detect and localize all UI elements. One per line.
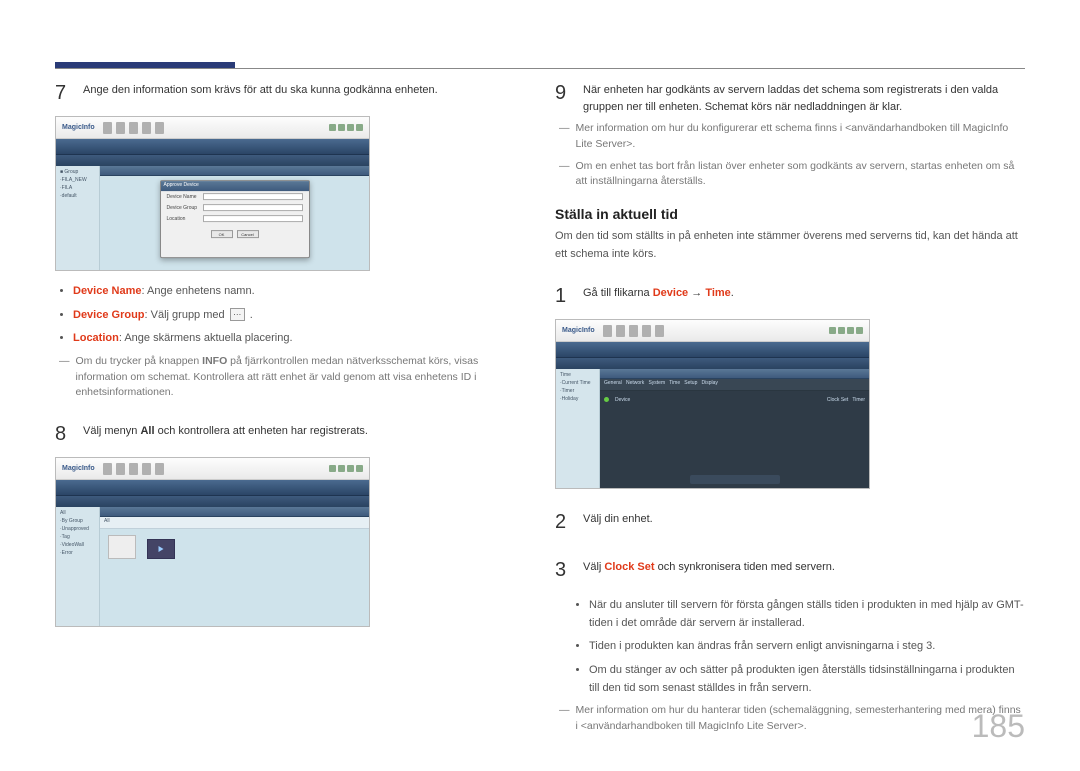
ss-toolbar2 xyxy=(556,358,869,369)
ss-tabstrip xyxy=(100,507,369,517)
note-dash: ― xyxy=(559,703,570,735)
page-content: 7 Ange den information som krävs för att… xyxy=(0,0,1080,771)
page-number: 185 xyxy=(972,708,1025,745)
left-column: 7 Ange den information som krävs för att… xyxy=(55,60,525,741)
rest: : Välj grupp med xyxy=(145,309,228,321)
note-dash: ― xyxy=(559,159,570,191)
step-1: 1 Gå till flikarna Device → Time. xyxy=(555,281,1025,311)
ss-top-icons xyxy=(603,325,664,337)
section-intro: Om den tid som ställts in på enheten int… xyxy=(555,228,1025,263)
step-number: 8 xyxy=(55,419,73,449)
note-body: Mer information om hur du hanterar tiden… xyxy=(576,703,1026,735)
screenshot-device-list: MagicInfo All·By Group·Unapproved·Tag·Vi… xyxy=(55,457,370,627)
ss-topbar: MagicInfo xyxy=(556,320,869,342)
rest: : Ange enhetens namn. xyxy=(142,285,255,297)
note-body: Om du trycker på knappen INFO på fjärrko… xyxy=(76,354,526,401)
step-text: Välj din enhet. xyxy=(583,507,1025,537)
ss-body: All·By Group·Unapproved·Tag·VideoWall·Er… xyxy=(56,507,369,626)
note-schedule-config: ― Mer information om hur du konfigurerar… xyxy=(559,121,1025,153)
right-column: 9 När enheten har godkänts av servern la… xyxy=(555,60,1025,741)
step-8: 8 Välj menyn All och kontrollera att enh… xyxy=(55,419,525,449)
ss-body: ■ Group·FILA_NEW·FILA·default Approve De… xyxy=(56,166,369,270)
ss-top-icons xyxy=(103,463,164,475)
ss-right-icons xyxy=(829,327,863,334)
grid-item xyxy=(108,535,136,559)
kw: Device Name xyxy=(73,285,142,297)
kw: Location xyxy=(73,332,119,344)
section-title: Ställa in aktuell tid xyxy=(555,206,1025,222)
step-number: 3 xyxy=(555,555,573,585)
step-2: 2 Välj din enhet. xyxy=(555,507,1025,537)
ss-subtabs: General Network System Time Setup Displa… xyxy=(600,379,869,391)
ss-sidebar: ■ Group·FILA_NEW·FILA·default xyxy=(56,166,100,270)
device-thumb xyxy=(147,539,175,559)
ss-topbar: MagicInfo xyxy=(56,458,369,480)
ss-sidebar: All·By Group·Unapproved·Tag·VideoWall·Er… xyxy=(56,507,100,626)
field-bullets: Device Name: Ange enhetens namn. Device … xyxy=(73,283,525,348)
step-9: 9 När enheten har godkänts av servern la… xyxy=(555,78,1025,115)
ss-toolbar xyxy=(56,480,369,496)
note-dash: ― xyxy=(59,354,70,401)
sub-bullet: När du ansluter till servern för första … xyxy=(589,597,1025,632)
step-text: Gå till flikarna Device → Time. xyxy=(583,281,1025,311)
ss-main: General Network System Time Setup Displa… xyxy=(600,369,869,488)
step-number: 7 xyxy=(55,78,73,108)
note-time-manage: ― Mer information om hur du hanterar tid… xyxy=(559,703,1025,735)
step-3: 3 Välj Clock Set och synkronisera tiden … xyxy=(555,555,1025,585)
screenshot-time-config: MagicInfo Time·Current Time·Timer·Holida… xyxy=(555,319,870,489)
top-rule xyxy=(55,68,1025,69)
note-dash: ― xyxy=(559,121,570,153)
ss-toolbar2 xyxy=(56,155,369,166)
ss-timeline xyxy=(690,475,780,484)
note-body: Om en enhet tas bort från listan över en… xyxy=(576,159,1026,191)
ss-main: Approve Device Device Name Device Group … xyxy=(100,166,369,270)
sub-bullet: Tiden i produkten kan ändras från server… xyxy=(589,638,1025,656)
screenshot-approve-dialog: MagicInfo ■ Group·FILA_NEW·FILA·default … xyxy=(55,116,370,271)
step-text: Välj menyn All och kontrollera att enhet… xyxy=(83,419,525,449)
ss-toolbar xyxy=(56,139,369,155)
ss-right-icons xyxy=(329,465,363,472)
note-body: Mer information om hur du konfigurerar e… xyxy=(576,121,1026,153)
step-text: När enheten har godkänts av servern ladd… xyxy=(583,78,1025,115)
note-device-remove: ― Om en enhet tas bort från listan över … xyxy=(559,159,1025,191)
ss-tabstrip xyxy=(600,369,869,379)
ss-approve-dialog: Approve Device Device Name Device Group … xyxy=(160,180,310,258)
bullet-location: Location: Ange skärmens aktuella placeri… xyxy=(73,330,525,348)
ss-logo: MagicInfo xyxy=(62,465,95,472)
ss-toolbar xyxy=(556,342,869,358)
note-info-button: ― Om du trycker på knappen INFO på fjärr… xyxy=(59,354,525,401)
ss-tabstrip xyxy=(100,166,369,176)
ss-topbar: MagicInfo xyxy=(56,117,369,139)
ss-canvas: Approve Device Device Name Device Group … xyxy=(100,176,369,270)
step-number: 1 xyxy=(555,281,573,311)
step-number: 9 xyxy=(555,78,573,115)
step-text: Välj Clock Set och synkronisera tiden me… xyxy=(583,555,1025,585)
step-text: Ange den information som krävs för att d… xyxy=(83,78,525,108)
ss-body: Time·Current Time·Timer·Holiday General … xyxy=(556,369,869,488)
time-sub-bullets: När du ansluter till servern för första … xyxy=(589,597,1025,697)
dlg-title: Approve Device xyxy=(161,181,309,191)
ss-logo: MagicInfo xyxy=(562,327,595,334)
ss-toolbar2 xyxy=(56,496,369,507)
ss-title-strip: All xyxy=(100,517,369,529)
sub-bullet: Om du stänger av och sätter på produkten… xyxy=(589,662,1025,697)
bullet-device-group: Device Group: Välj grupp med ⋯ . xyxy=(73,307,525,325)
ss-top-icons xyxy=(103,122,164,134)
kw: Device Group xyxy=(73,309,145,321)
bullet-device-name: Device Name: Ange enhetens namn. xyxy=(73,283,525,301)
ss-main: All xyxy=(100,507,369,626)
ss-right-icons xyxy=(329,124,363,131)
rest: : Ange skärmens aktuella placering. xyxy=(119,332,293,344)
step-number: 2 xyxy=(555,507,573,537)
step-7: 7 Ange den information som krävs för att… xyxy=(55,78,525,108)
group-picker-icon: ⋯ xyxy=(230,308,245,321)
ss-sidebar: Time·Current Time·Timer·Holiday xyxy=(556,369,600,488)
ss-logo: MagicInfo xyxy=(62,124,95,131)
